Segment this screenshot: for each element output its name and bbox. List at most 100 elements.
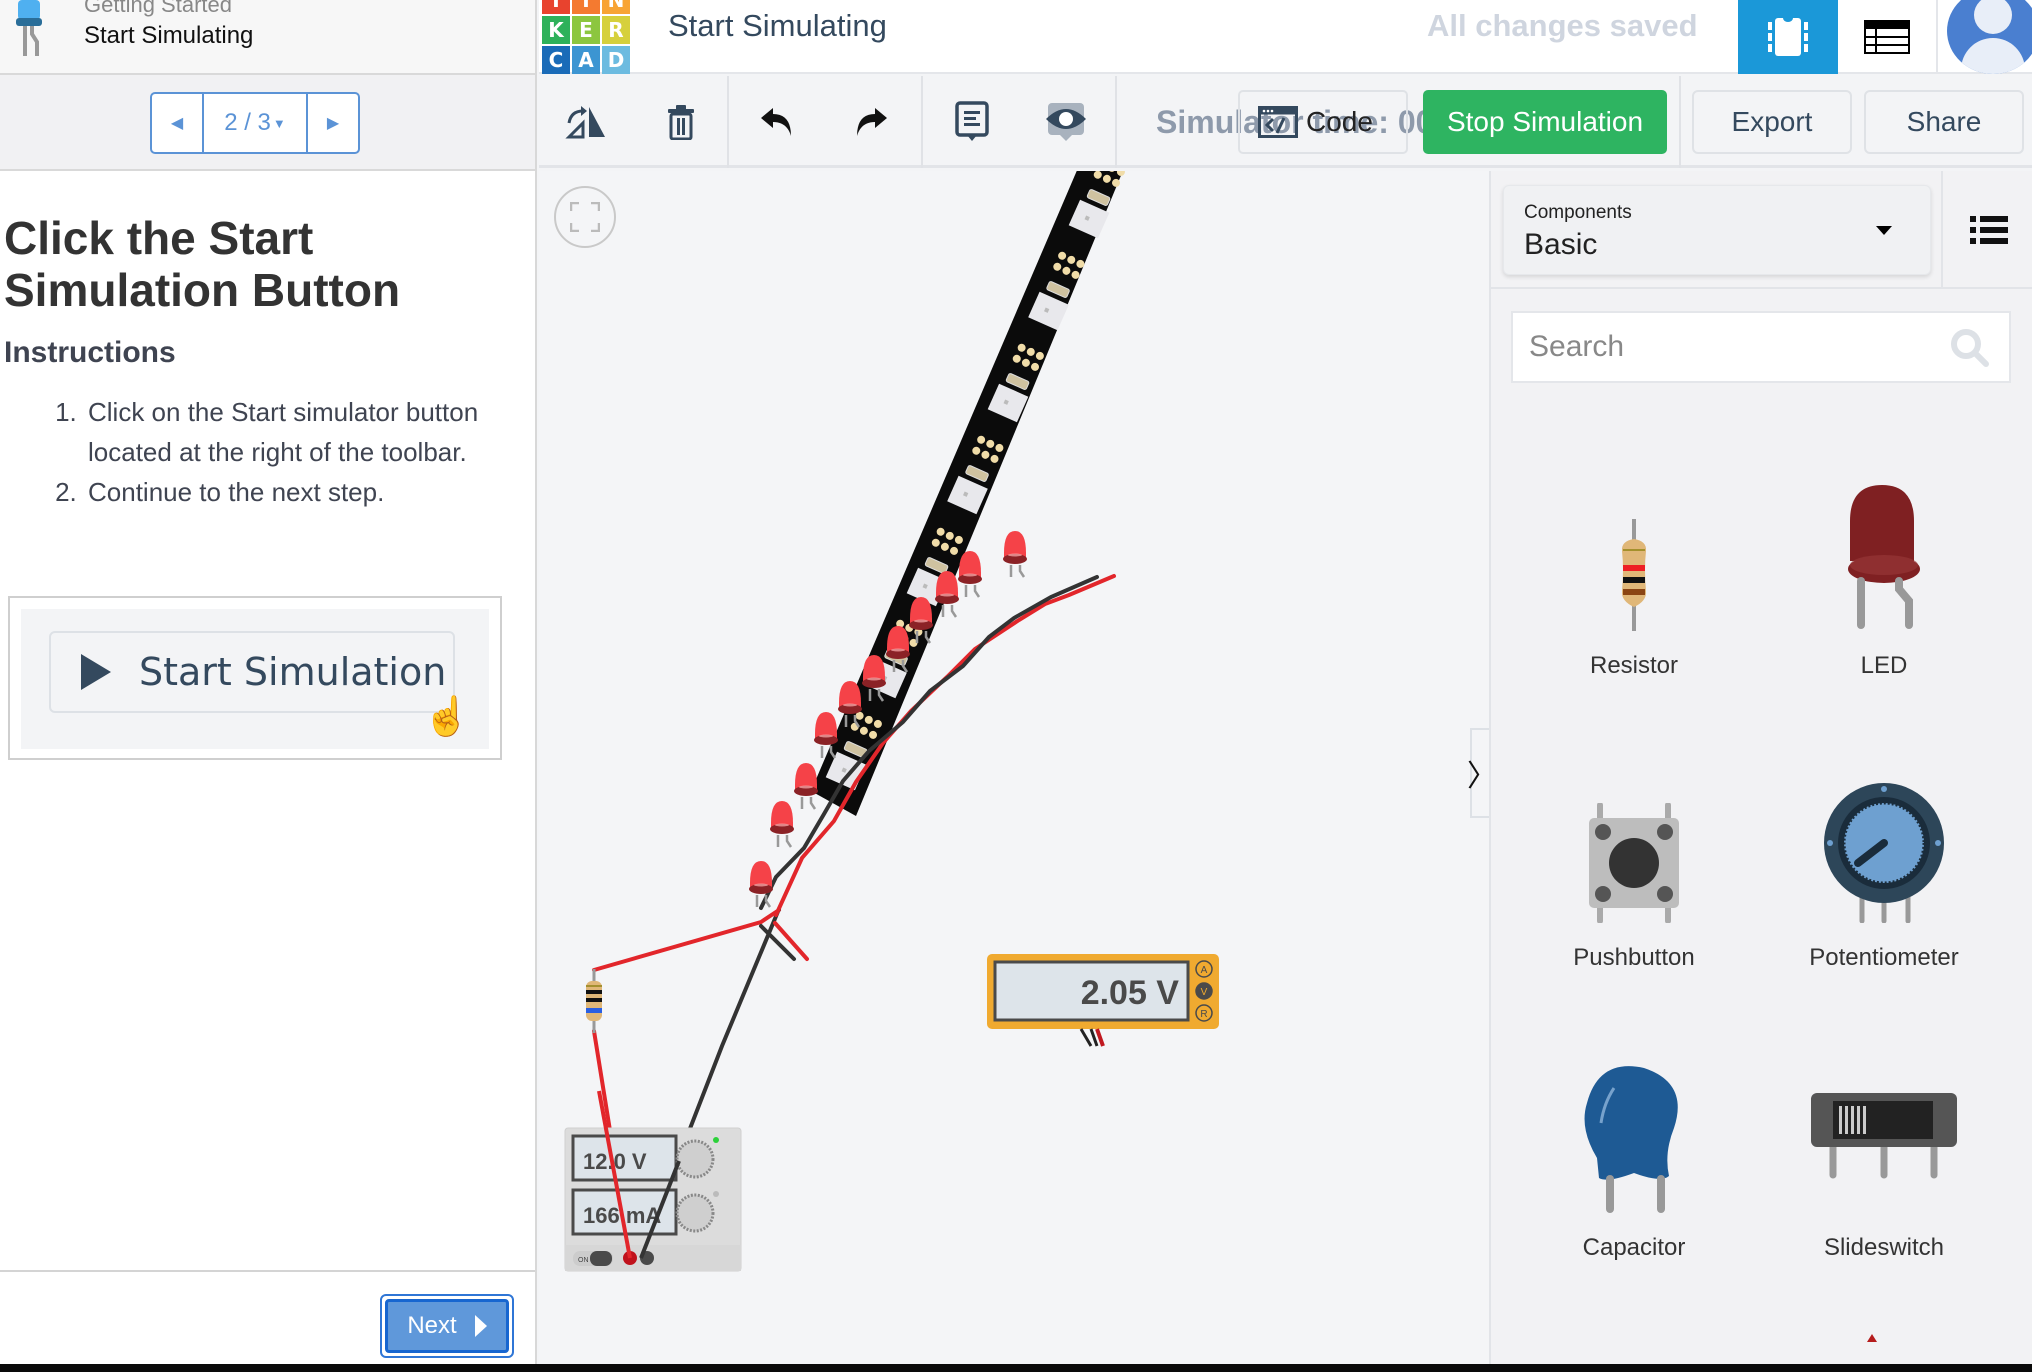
- component-capacitor[interactable]: Capacitor: [1509, 1053, 1759, 1313]
- category-value: Basic: [1524, 228, 1598, 261]
- component-potentiometer[interactable]: Potentiometer: [1759, 763, 2009, 1023]
- notes-button[interactable]: [948, 98, 996, 146]
- table-icon: [1864, 20, 1910, 54]
- share-button[interactable]: Share: [1864, 90, 2024, 154]
- instructions-heading: Instructions: [4, 336, 176, 369]
- component-label: Capacitor: [1582, 1234, 1686, 1261]
- undo-button[interactable]: [753, 98, 801, 146]
- save-status: All changes saved: [1427, 8, 1698, 43]
- code-button[interactable]: Code: [1238, 90, 1408, 154]
- export-button[interactable]: Export: [1692, 90, 1852, 154]
- multimeter-mode-label: A: [1201, 965, 1208, 976]
- caret-left-icon: ◀: [170, 115, 184, 132]
- component-label: Potentiometer: [1809, 944, 1959, 971]
- logo-letter: A: [572, 46, 600, 74]
- lesson-header: Getting Started Start Simulating: [0, 0, 535, 75]
- fit-view-button[interactable]: [554, 186, 616, 248]
- wire-red[interactable]: [592, 908, 781, 972]
- redo-icon: [857, 108, 887, 136]
- delete-button[interactable]: [657, 98, 705, 146]
- multimeter-reading: 2.05 V: [1081, 974, 1180, 1012]
- scroll-indicator: [1867, 1334, 1877, 1342]
- red-led[interactable]: [1003, 531, 1027, 578]
- search-icon[interactable]: [1949, 327, 1991, 369]
- fullscreen-icon: [570, 202, 600, 232]
- component-resistor[interactable]: Resistor: [1509, 471, 1759, 731]
- instruction-list: Click on the Start simulator button loca…: [4, 392, 524, 512]
- next-button[interactable]: Next: [380, 1294, 514, 1358]
- capacitor-icon: [1584, 1066, 1678, 1213]
- category-label: Components: [1524, 202, 1632, 223]
- step-pager: ◀ 2 / 3 ▼ ▶: [150, 92, 360, 154]
- stop-simulation-button[interactable]: Stop Simulation: [1423, 90, 1667, 154]
- power-supply[interactable]: 12.0 V 166 mA ON: [564, 1127, 742, 1272]
- caret-down-icon: [1876, 226, 1892, 235]
- document-title[interactable]: Start Simulating: [668, 8, 887, 44]
- multimeter-mode-label: R: [1200, 1009, 1207, 1020]
- instruction-step: Continue to the next step.: [84, 472, 524, 512]
- components-panel: Components Basic Search Resistor LED Pus…: [1489, 171, 2032, 1364]
- component-pushbutton[interactable]: Pushbutton: [1509, 763, 1759, 1023]
- play-arrow-icon: [474, 1315, 487, 1337]
- rotate-icon: [565, 106, 605, 139]
- red-led[interactable]: [794, 763, 818, 810]
- tinkercad-logo[interactable]: T I N K E R C A D: [542, 0, 630, 74]
- search-input[interactable]: [1513, 313, 1933, 381]
- list-view-button[interactable]: [1941, 171, 2032, 289]
- multimeter[interactable]: 2.05 V AVR: [987, 954, 1219, 1047]
- lesson-content: Click the Start Simulation Button Instru…: [4, 212, 524, 512]
- component-list-button[interactable]: [1838, 0, 1938, 74]
- resistor-part[interactable]: [586, 969, 602, 1033]
- slideswitch-icon: [1811, 1093, 1957, 1179]
- component-label: Pushbutton: [1573, 944, 1695, 971]
- logo-letter: C: [542, 46, 570, 74]
- red-led[interactable]: [749, 861, 773, 908]
- led-icon: [1848, 485, 1920, 629]
- trash-icon: [668, 105, 694, 140]
- play-icon: [81, 654, 111, 690]
- step-counter: 2 / 3: [224, 109, 271, 136]
- rotate-button[interactable]: [563, 98, 611, 146]
- redo-button[interactable]: [847, 98, 895, 146]
- caret-down-icon: ▼: [272, 115, 286, 131]
- step-select[interactable]: 2 / 3 ▼: [202, 94, 308, 152]
- editor-toolbar: Simulator time: 00 Code Stop Simulation …: [539, 76, 2032, 168]
- logo-letter: I: [572, 0, 600, 14]
- lesson-panel: Getting Started Start Simulating ◀ 2 / 3…: [0, 0, 537, 1364]
- chip-icon: [1768, 18, 1808, 56]
- avatar-body: [1961, 38, 2025, 74]
- instruction-illustration: Start Simulation ☝: [8, 596, 502, 760]
- tinkercad-app: Getting Started Start Simulating ◀ 2 / 3…: [0, 0, 2032, 1364]
- component-slideswitch[interactable]: Slideswitch: [1759, 1053, 2009, 1313]
- red-led[interactable]: [770, 801, 794, 848]
- circuit-canvas[interactable]: 2.05 V AVR 12.0 V 166 mA ON 〉: [539, 171, 1497, 1364]
- undo-icon: [761, 108, 791, 136]
- code-label: Code: [1306, 106, 1373, 137]
- component-led[interactable]: LED: [1759, 471, 2009, 731]
- logo-letter: R: [602, 16, 630, 44]
- user-avatar[interactable]: [1947, 0, 2032, 74]
- red-led[interactable]: [958, 551, 982, 598]
- component-label: Resistor: [1589, 652, 1679, 679]
- wire-red[interactable]: [774, 574, 1116, 917]
- component-label: Slideswitch: [1823, 1234, 1945, 1261]
- next-step-arrow[interactable]: ▶: [308, 94, 358, 152]
- logo-letter: N: [602, 0, 630, 14]
- multimeter-mode-label: V: [1201, 987, 1208, 998]
- lesson-title: Start Simulating: [84, 22, 254, 49]
- component-search: [1511, 311, 2011, 383]
- next-label: Next: [407, 1312, 457, 1339]
- illustration-button-label: Start Simulation: [139, 650, 447, 694]
- notes-icon: [955, 101, 989, 141]
- circuit-view-button[interactable]: [1738, 0, 1838, 74]
- circuit-drawing: 2.05 V AVR 12.0 V 166 mA ON: [564, 171, 1219, 1272]
- top-header: T I N K E R C A D Start Simulating All c…: [539, 0, 2032, 74]
- pager-bar: ◀ 2 / 3 ▼ ▶: [0, 75, 535, 171]
- visibility-button[interactable]: [1042, 98, 1090, 146]
- prev-step-button[interactable]: ◀: [152, 94, 202, 152]
- logo-letter: E: [572, 16, 600, 44]
- hand-cursor-icon: ☝: [423, 696, 471, 738]
- breadcrumb[interactable]: Getting Started: [84, 0, 232, 18]
- component-category-select[interactable]: Components Basic: [1503, 185, 1931, 275]
- neopixel-strip[interactable]: [811, 171, 1128, 816]
